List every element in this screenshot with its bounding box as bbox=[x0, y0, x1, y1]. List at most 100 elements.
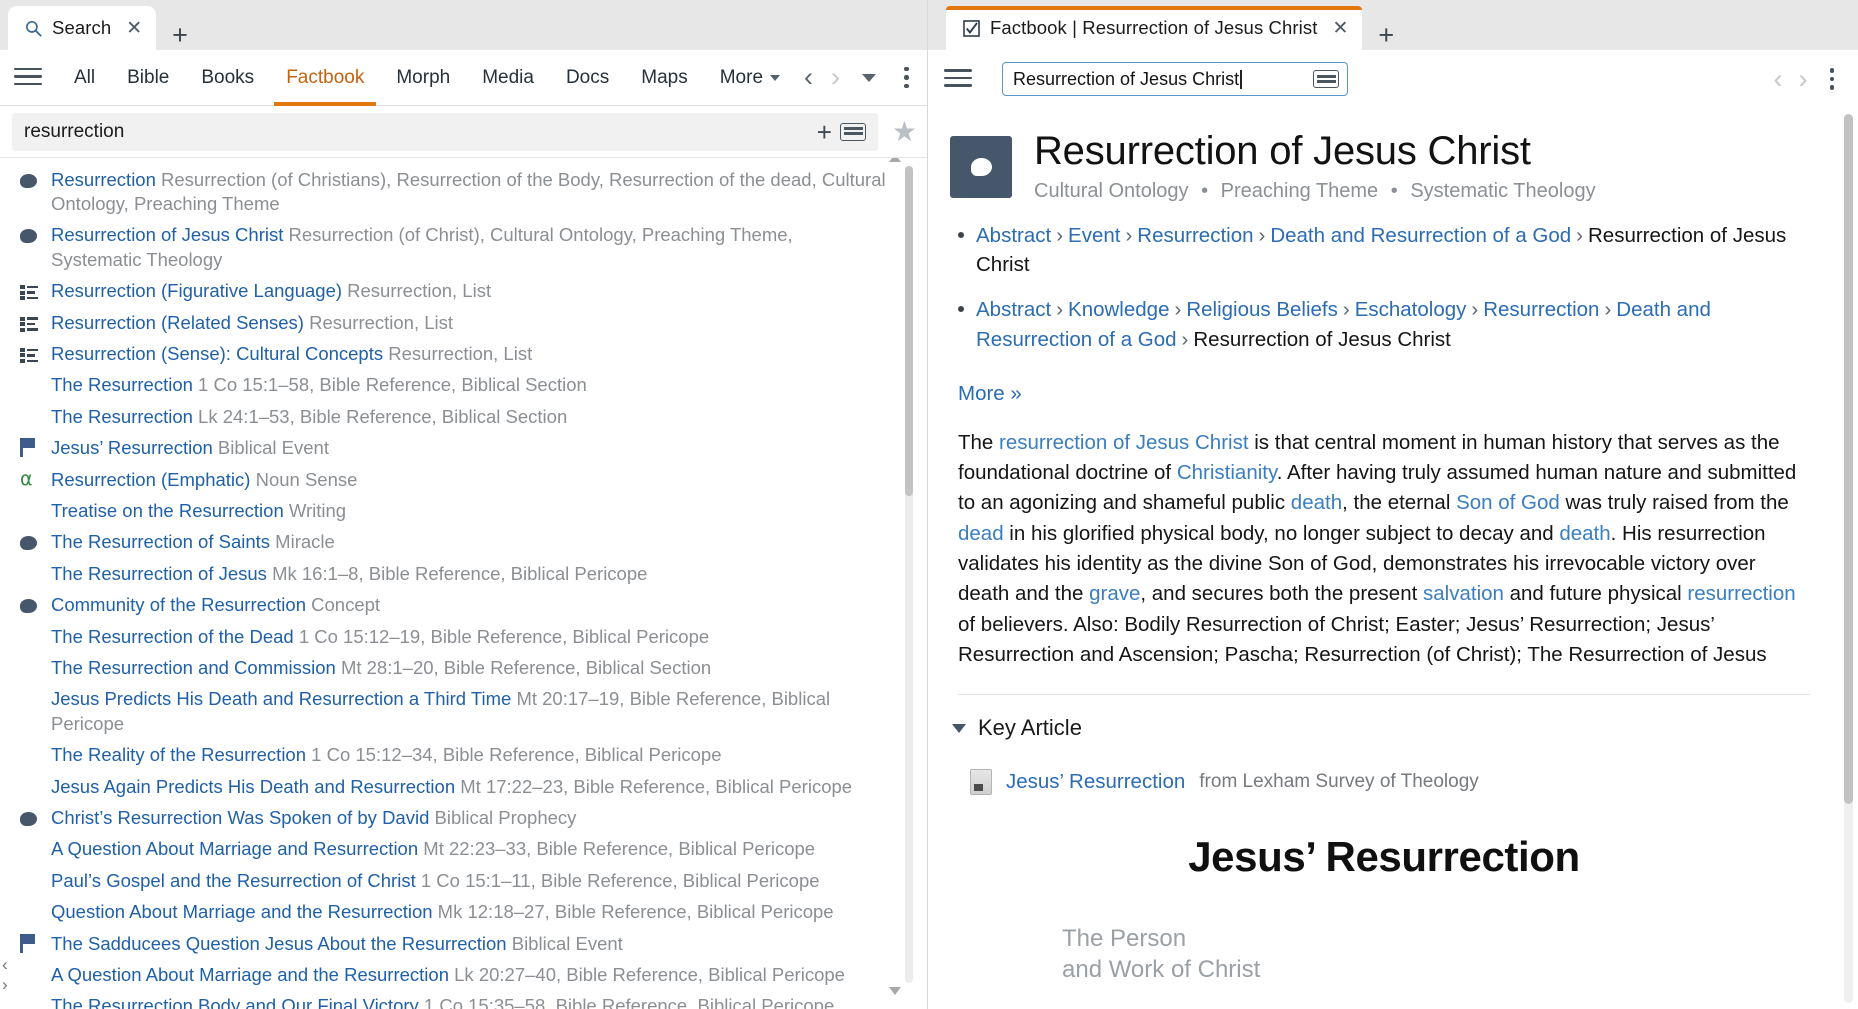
scrollbar-thumb[interactable] bbox=[905, 166, 913, 496]
breadcrumb-link[interactable]: Resurrection bbox=[1137, 224, 1253, 247]
tab-close-icon[interactable]: ✕ bbox=[126, 19, 142, 38]
nav-tab-morph[interactable]: Morph bbox=[380, 50, 466, 106]
inline-link[interactable]: death bbox=[1291, 491, 1342, 514]
result-title[interactable]: Resurrection of Jesus Christ bbox=[51, 224, 283, 245]
hamburger-icon[interactable] bbox=[944, 69, 972, 89]
tab-search[interactable]: Search ✕ bbox=[8, 6, 157, 50]
result-row[interactable]: The Sadducees Question Jesus About the R… bbox=[0, 928, 927, 959]
result-title[interactable]: A Question About Marriage and the Resurr… bbox=[51, 964, 449, 985]
keyboard-icon[interactable] bbox=[1313, 70, 1339, 88]
result-title[interactable]: Resurrection bbox=[51, 169, 156, 190]
result-title[interactable]: The Sadducees Question Jesus About the R… bbox=[51, 933, 507, 954]
scroll-down-icon[interactable] bbox=[889, 987, 901, 995]
nav-tab-factbook[interactable]: Factbook bbox=[270, 50, 380, 106]
inline-link[interactable]: salvation bbox=[1423, 582, 1504, 605]
nav-tab-maps[interactable]: Maps bbox=[625, 50, 703, 106]
result-row[interactable]: Resurrection Resurrection (of Christians… bbox=[0, 164, 927, 220]
result-row[interactable]: The Resurrection of Jesus Mk 16:1–8, Bib… bbox=[0, 558, 927, 589]
result-row[interactable]: Christ’s Resurrection Was Spoken of by D… bbox=[0, 803, 927, 834]
result-title[interactable]: Resurrection (Related Senses) bbox=[51, 312, 304, 333]
breadcrumb-link[interactable]: Death and Resurrection of a God bbox=[1270, 224, 1571, 247]
result-row[interactable]: Jesus Again Predicts His Death and Resur… bbox=[0, 771, 927, 802]
key-article-link[interactable]: Jesus’ Resurrection bbox=[1006, 770, 1185, 794]
result-row[interactable]: Community of the Resurrection Concept bbox=[0, 590, 927, 621]
breadcrumb-text[interactable]: Abstract › Event › Resurrection › Death and Re… bbox=[976, 221, 1818, 279]
breadcrumb-text[interactable]: Abstract › Knowledge › Religious Beliefs › Esc… bbox=[976, 295, 1818, 353]
result-row[interactable]: The Resurrection and Commission Mt 28:1–… bbox=[0, 653, 927, 684]
result-row[interactable]: The Resurrection of Saints Miracle bbox=[0, 527, 927, 558]
result-title[interactable]: Community of the Resurrection bbox=[51, 594, 306, 615]
back-icon[interactable]: ‹ bbox=[796, 64, 821, 91]
article-scrollbar[interactable] bbox=[1844, 114, 1853, 1003]
keyboard-icon[interactable] bbox=[839, 122, 866, 141]
result-title[interactable]: Resurrection (Sense): Cultural Concepts bbox=[51, 343, 383, 364]
result-row[interactable]: Resurrection (Sense): Cultural Concepts … bbox=[0, 338, 927, 369]
result-title[interactable]: Question About Marriage and the Resurrec… bbox=[51, 901, 433, 922]
scroll-up-icon[interactable] bbox=[889, 158, 901, 162]
result-title[interactable]: The Resurrection Body and Our Final Vict… bbox=[51, 995, 419, 1009]
breadcrumb-link[interactable]: Resurrection bbox=[1483, 298, 1599, 321]
hamburger-icon[interactable] bbox=[14, 67, 42, 88]
forward-icon[interactable]: › bbox=[1791, 65, 1816, 93]
result-row[interactable]: α Resurrection (Emphatic) Noun Sense bbox=[0, 464, 927, 495]
result-title[interactable]: The Resurrection bbox=[51, 406, 193, 427]
result-row[interactable]: A Question About Marriage and Resurrecti… bbox=[0, 834, 927, 865]
nav-tab-all[interactable]: All bbox=[58, 50, 111, 106]
overflow-menu-icon[interactable] bbox=[1816, 68, 1849, 90]
history-dropdown-icon[interactable] bbox=[862, 73, 877, 82]
inline-link[interactable]: Christianity bbox=[1177, 461, 1277, 484]
result-row[interactable]: Question About Marriage and the Resurrec… bbox=[0, 897, 927, 928]
article-body[interactable]: Resurrection of Jesus Christ Cultural On… bbox=[928, 108, 1858, 1009]
breadcrumb-link[interactable]: Abstract bbox=[976, 298, 1051, 321]
search-results-list[interactable]: Resurrection Resurrection (of Christians… bbox=[0, 158, 927, 1009]
add-search-button[interactable]: + bbox=[809, 119, 840, 145]
breadcrumb-link[interactable]: Knowledge bbox=[1068, 298, 1169, 321]
nav-tab-books[interactable]: Books bbox=[185, 50, 270, 106]
new-tab-button[interactable]: + bbox=[172, 22, 188, 49]
result-title[interactable]: Christ’s Resurrection Was Spoken of by D… bbox=[51, 807, 429, 828]
scrollbar-thumb[interactable] bbox=[1844, 114, 1853, 804]
results-scrollbar[interactable] bbox=[889, 158, 913, 995]
result-title[interactable]: Jesus’ Resurrection bbox=[51, 437, 213, 458]
result-row[interactable]: The Resurrection Body and Our Final Vict… bbox=[0, 991, 927, 1009]
chevron-down-icon[interactable] bbox=[952, 723, 966, 733]
overflow-menu-icon[interactable] bbox=[890, 66, 923, 89]
nav-tab-bible[interactable]: Bible bbox=[111, 50, 185, 106]
result-row[interactable]: The Resurrection of the Dead 1 Co 15:12–… bbox=[0, 621, 927, 652]
inline-link[interactable]: death bbox=[1559, 522, 1610, 545]
key-article-section-header[interactable]: Key Article bbox=[952, 715, 1818, 741]
inline-link[interactable]: Son of God bbox=[1456, 491, 1560, 514]
result-row[interactable]: Resurrection (Related Senses) Resurrecti… bbox=[0, 307, 927, 338]
more-link[interactable]: More » bbox=[958, 382, 1022, 406]
result-row[interactable]: Treatise on the Resurrection Writing bbox=[0, 495, 927, 526]
star-icon[interactable]: ★ bbox=[892, 117, 917, 146]
inline-link[interactable]: resurrection bbox=[1687, 582, 1795, 605]
factbook-search-input[interactable]: Resurrection of Jesus Christ bbox=[1002, 62, 1348, 96]
new-tab-button[interactable]: + bbox=[1378, 22, 1394, 49]
result-title[interactable]: A Question About Marriage and Resurrecti… bbox=[51, 838, 418, 859]
result-row[interactable]: Resurrection (Figurative Language) Resur… bbox=[0, 276, 927, 307]
result-title[interactable]: The Resurrection of Saints bbox=[51, 531, 270, 552]
nav-tab-more[interactable]: More bbox=[704, 50, 796, 106]
result-title[interactable]: Resurrection (Emphatic) bbox=[51, 469, 250, 490]
result-title[interactable]: The Resurrection of the Dead bbox=[51, 626, 294, 647]
tab-factbook-article[interactable]: Factbook | Resurrection of Jesus Christ … bbox=[946, 6, 1363, 50]
result-title[interactable]: Paul’s Gospel and the Resurrection of Ch… bbox=[51, 870, 416, 891]
breadcrumb-link[interactable]: Eschatology bbox=[1355, 298, 1467, 321]
result-row[interactable]: Paul’s Gospel and the Resurrection of Ch… bbox=[0, 865, 927, 896]
panel-collapse-arrows[interactable]: ‹ › bbox=[2, 955, 8, 995]
result-row[interactable]: The Resurrection Lk 24:1–53, Bible Refer… bbox=[0, 401, 927, 432]
result-row[interactable]: The Resurrection 1 Co 15:1–58, Bible Ref… bbox=[0, 370, 927, 401]
nav-tab-docs[interactable]: Docs bbox=[550, 50, 625, 106]
inline-link[interactable]: grave bbox=[1089, 582, 1140, 605]
nav-tab-media[interactable]: Media bbox=[466, 50, 550, 106]
result-title[interactable]: Resurrection (Figurative Language) bbox=[51, 280, 342, 301]
result-row[interactable]: The Reality of the Resurrection 1 Co 15:… bbox=[0, 740, 927, 771]
result-row[interactable]: Resurrection of Jesus Christ Resurrectio… bbox=[0, 220, 927, 276]
tab-close-icon[interactable]: ✕ bbox=[1332, 19, 1348, 38]
search-input[interactable]: resurrection + bbox=[12, 112, 878, 151]
inline-link[interactable]: resurrection of Jesus Christ bbox=[999, 431, 1249, 454]
breadcrumb-link[interactable]: Event bbox=[1068, 224, 1120, 247]
result-row[interactable]: A Question About Marriage and the Resurr… bbox=[0, 960, 927, 991]
breadcrumb-link[interactable]: Abstract bbox=[976, 224, 1051, 247]
